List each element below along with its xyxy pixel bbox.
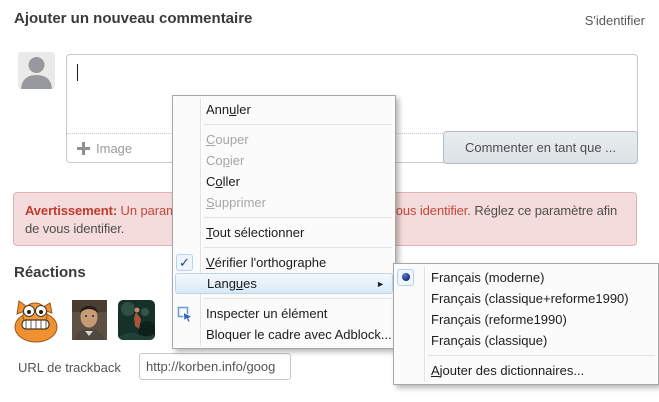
menu-item-annuler-label: Annuler [206, 102, 251, 117]
inspector-icon-wrap [177, 306, 193, 322]
checked-indicator: ✓ [176, 254, 193, 271]
menu-item-supprimer: Supprimer [173, 192, 395, 213]
menu-item-langues[interactable]: Langues ► [175, 273, 393, 294]
menu-item-bloquer-adblock-label: Bloquer le cadre avec Adblock... [206, 327, 392, 342]
submenu-item-francais-classique[interactable]: Français (classique) [394, 330, 658, 351]
submenu-arrow-icon: ► [376, 279, 385, 289]
menu-separator [428, 355, 655, 356]
menu-separator [204, 217, 392, 218]
trackback-url-input[interactable] [139, 353, 291, 380]
menu-item-couper-label: Couper [206, 132, 249, 147]
menu-item-verifier-orthographe-label: Vérifier l'orthographe [206, 255, 326, 270]
menu-item-copier-label: Copier [206, 153, 244, 168]
context-menu: Annuler Couper Copier Coller Supprimer Tout s… [172, 95, 396, 349]
reaction-avatar-man[interactable] [72, 300, 107, 340]
reaction-avatar-fantasy[interactable] [118, 300, 155, 340]
menu-item-inspecter-element[interactable]: Inspecter un élément [173, 303, 395, 324]
plus-icon [77, 142, 90, 155]
warning-prefix: Avertissement: [25, 203, 117, 218]
trackback-label: URL de trackback [18, 360, 121, 375]
menu-item-tout-selectionner-label: Tout sélectionner [206, 225, 304, 240]
menu-item-bloquer-adblock[interactable]: Bloquer le cadre avec Adblock... [173, 324, 395, 345]
submenu-item-francais-classique-reforme1990[interactable]: Français (classique+reforme1990) [394, 288, 658, 309]
man-photo-image [72, 300, 107, 340]
signin-link[interactable]: S'identifier [585, 13, 645, 28]
fantasy-art-image [118, 300, 155, 340]
user-avatar-placeholder [18, 52, 55, 89]
menu-separator [204, 124, 392, 125]
warning-text-line2: de vous identifier. [25, 221, 124, 236]
menu-item-annuler[interactable]: Annuler [173, 99, 395, 120]
menu-item-inspecter-element-label: Inspecter un élément [206, 306, 327, 321]
language-submenu: Français (moderne) Français (classique+re… [393, 263, 659, 385]
submenu-item-ajouter-dictionnaires[interactable]: Ajouter des dictionnaires... [394, 360, 658, 381]
reactions-title: Réactions [14, 264, 86, 281]
attach-image-button[interactable]: Image [77, 141, 132, 156]
submenu-item-francais-moderne-label: Français (moderne) [431, 270, 544, 285]
submenu-item-francais-moderne[interactable]: Français (moderne) [394, 267, 658, 288]
menu-item-supprimer-label: Supprimer [206, 195, 266, 210]
menu-item-couper: Couper [173, 129, 395, 150]
radio-dot-icon [402, 273, 410, 281]
page-title: Ajouter un nouveau commentaire [14, 10, 252, 27]
submenu-item-francais-reforme1990-label: Français (reforme1990) [431, 312, 567, 327]
menu-item-langues-label: Langues [207, 276, 257, 291]
checkmark-icon: ✓ [179, 256, 190, 269]
submenu-item-francais-classique-reforme1990-label: Français (classique+reforme1990) [431, 291, 629, 306]
text-caret [77, 64, 78, 81]
menu-item-tout-selectionner[interactable]: Tout sélectionner [173, 222, 395, 243]
menu-separator [204, 247, 392, 248]
comment-section: Ajouter un nouveau commentaire S'identif… [0, 0, 659, 402]
submenu-item-ajouter-dictionnaires-label: Ajouter des dictionnaires... [431, 363, 584, 378]
cat-cartoon-image [13, 300, 58, 343]
menu-separator [204, 298, 392, 299]
menu-item-coller[interactable]: Coller [173, 171, 395, 192]
reaction-avatar-cat[interactable] [13, 300, 58, 343]
comment-as-button[interactable]: Commenter en tant que ... [443, 131, 638, 164]
person-silhouette-icon [18, 52, 55, 89]
selected-radio-indicator [397, 269, 414, 286]
menu-item-verifier-orthographe[interactable]: ✓ Vérifier l'orthographe [173, 252, 395, 273]
warning-dark-text: Réglez ce paramètre afin [471, 203, 617, 218]
submenu-item-francais-reforme1990[interactable]: Français (reforme1990) [394, 309, 658, 330]
attach-image-label: Image [96, 141, 132, 156]
menu-item-coller-label: Coller [206, 174, 240, 189]
inspector-icon [177, 306, 193, 322]
submenu-item-francais-classique-label: Français (classique) [431, 333, 547, 348]
menu-item-copier: Copier [173, 150, 395, 171]
